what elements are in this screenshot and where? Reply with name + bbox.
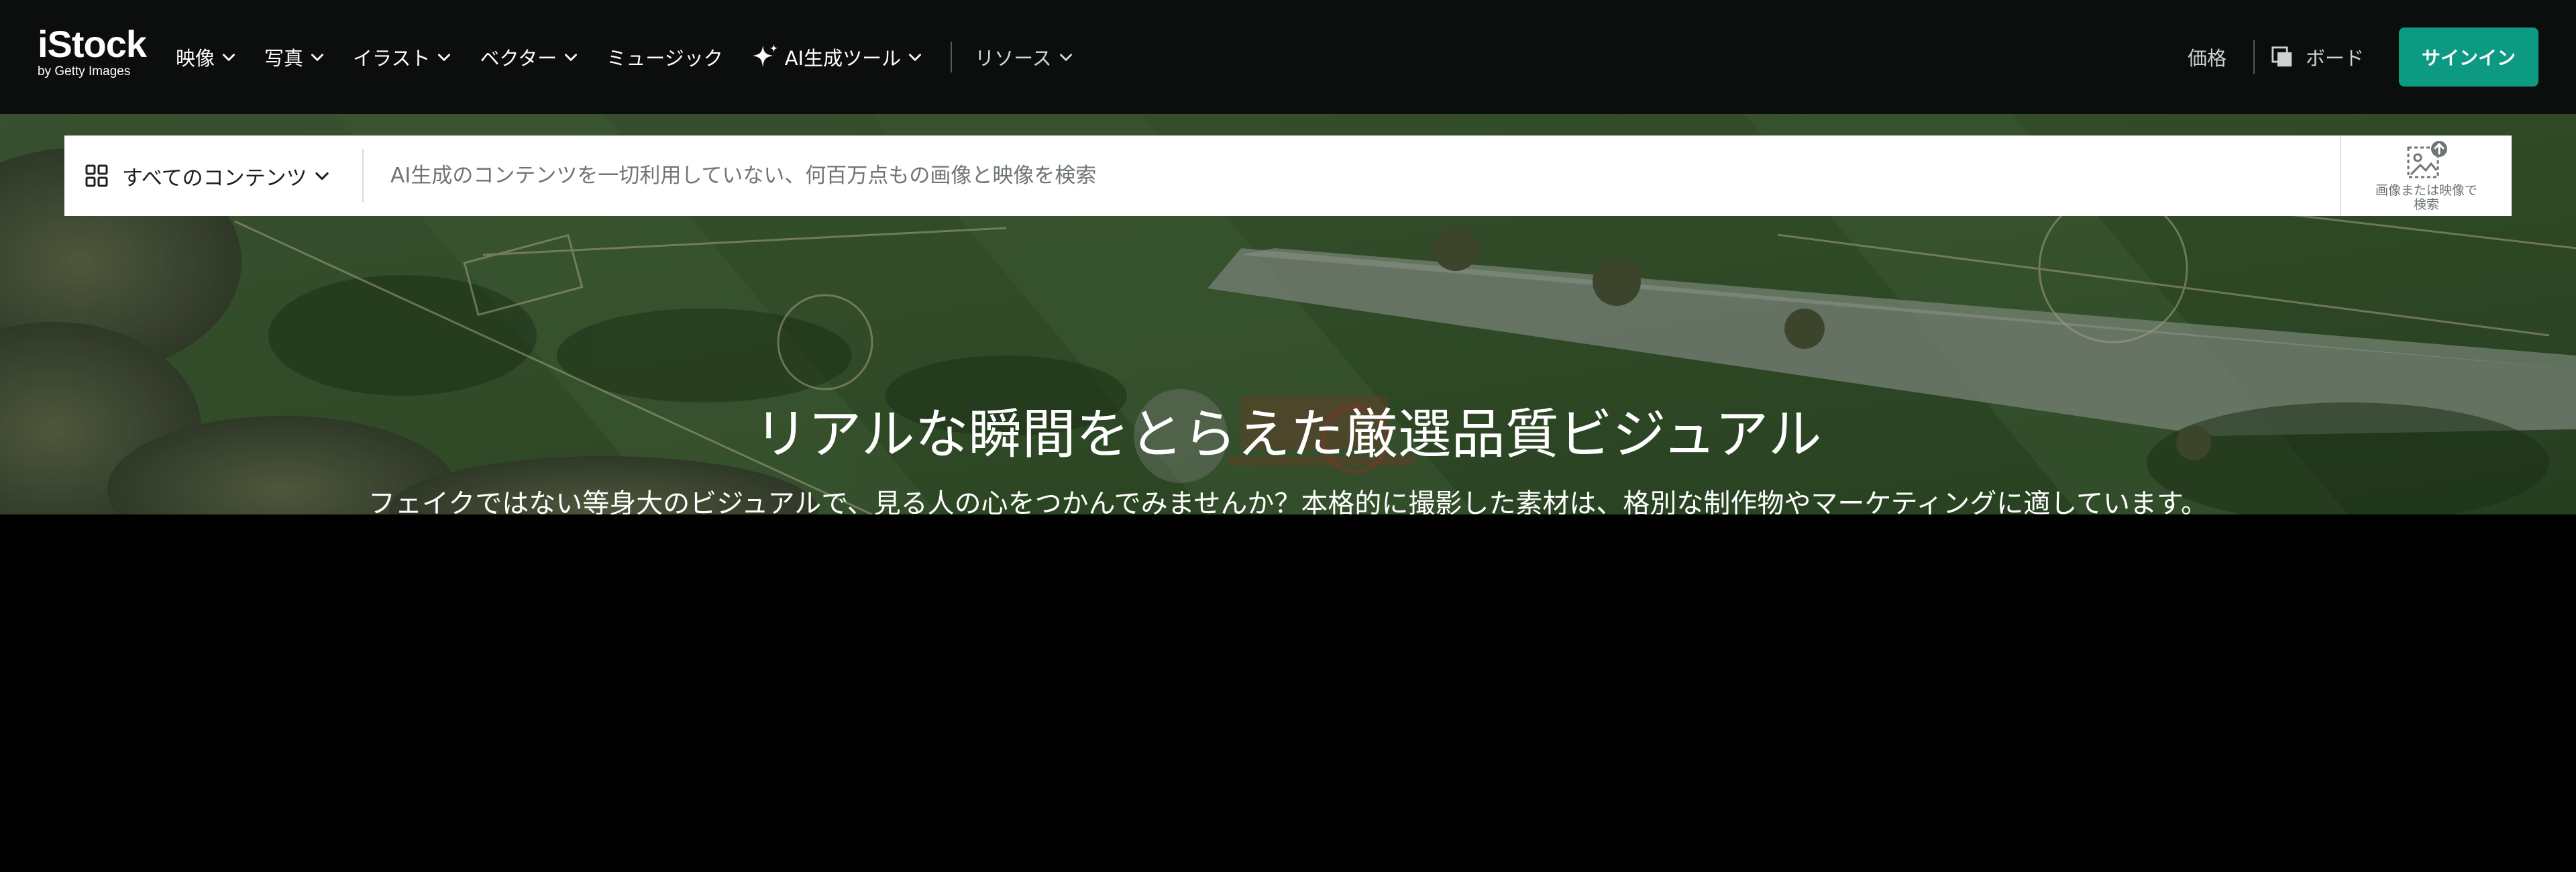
nav-item-label: 映像 <box>176 47 215 70</box>
logo-main-text: iStock <box>38 23 147 65</box>
nav-item-label: イラスト <box>353 47 431 70</box>
nav-item-label: ベクター <box>480 47 557 70</box>
hero-subtitle: フェイクではない等身大のビジュアルで、見る人の心をつかんでみませんか？本格的に撮… <box>368 488 2208 514</box>
nav-item-resources[interactable]: リソース <box>975 43 1075 71</box>
chevron-down-icon <box>565 54 578 61</box>
chevron-down-icon <box>1059 54 1072 61</box>
image-search-label: 画像または映像で検索 <box>2375 183 2477 212</box>
search-divider <box>362 149 364 203</box>
nav-item-label: リソース <box>975 47 1052 70</box>
boards-icon <box>2271 46 2292 67</box>
chevron-down-icon <box>909 54 922 61</box>
main-nav: 映像 写真 イラスト ベクター ミュージック AI生成ツール リソース <box>176 0 1102 114</box>
nav-item-illustrations[interactable]: イラスト <box>353 43 453 71</box>
chevron-down-icon <box>223 54 235 61</box>
chevron-down-icon <box>438 54 451 61</box>
nav-item-label: AI生成ツール <box>784 47 902 70</box>
istock-logo[interactable]: iStock by Getty Images <box>38 25 152 83</box>
header-divider <box>2253 40 2255 74</box>
nav-item-label: 写真 <box>264 47 304 70</box>
chevron-down-icon <box>315 172 329 180</box>
nav-item-photos[interactable]: 写真 <box>264 43 326 71</box>
hero-title: リアルな瞬間をとらえた厳選品質ビジュアル <box>754 403 1822 466</box>
content-type-label: すべてのコンテンツ <box>122 166 307 190</box>
signin-button[interactable]: サインイン <box>2399 28 2538 87</box>
image-upload-icon <box>2407 141 2447 178</box>
nav-item-label: ミュージック <box>606 47 723 70</box>
boards-label: ボード <box>2305 47 2364 70</box>
nav-item-video[interactable]: 映像 <box>176 43 237 71</box>
site-header: iStock by Getty Images 映像 写真 イラスト ベクター ミ… <box>0 0 2576 114</box>
boards-link[interactable]: ボード <box>2271 43 2364 71</box>
nav-divider <box>951 42 953 72</box>
header-actions: 価格 ボード サインイン <box>2188 0 2538 114</box>
nav-item-ai-tools[interactable]: AI生成ツール <box>750 42 924 72</box>
chevron-down-icon <box>311 54 324 61</box>
pricing-link[interactable]: 価格 <box>2188 43 2226 71</box>
search-input[interactable] <box>389 142 2340 209</box>
sparkle-icon <box>752 44 777 68</box>
nav-item-vectors[interactable]: ベクター <box>480 43 580 71</box>
grid-icon <box>85 164 108 187</box>
search-bar: すべてのコンテンツ 画像または映像で検索 <box>64 135 2512 216</box>
nav-item-music[interactable]: ミュージック <box>606 43 722 71</box>
hero-section: すべてのコンテンツ 画像または映像で検索 リアルな瞬間をとらえた厳選品質ビジュア… <box>0 114 2576 514</box>
image-search-button[interactable]: 画像または映像で検索 <box>2340 135 2512 216</box>
logo-sub-text: by Getty Images <box>38 64 131 78</box>
content-type-dropdown[interactable]: すべてのコンテンツ <box>64 135 362 216</box>
